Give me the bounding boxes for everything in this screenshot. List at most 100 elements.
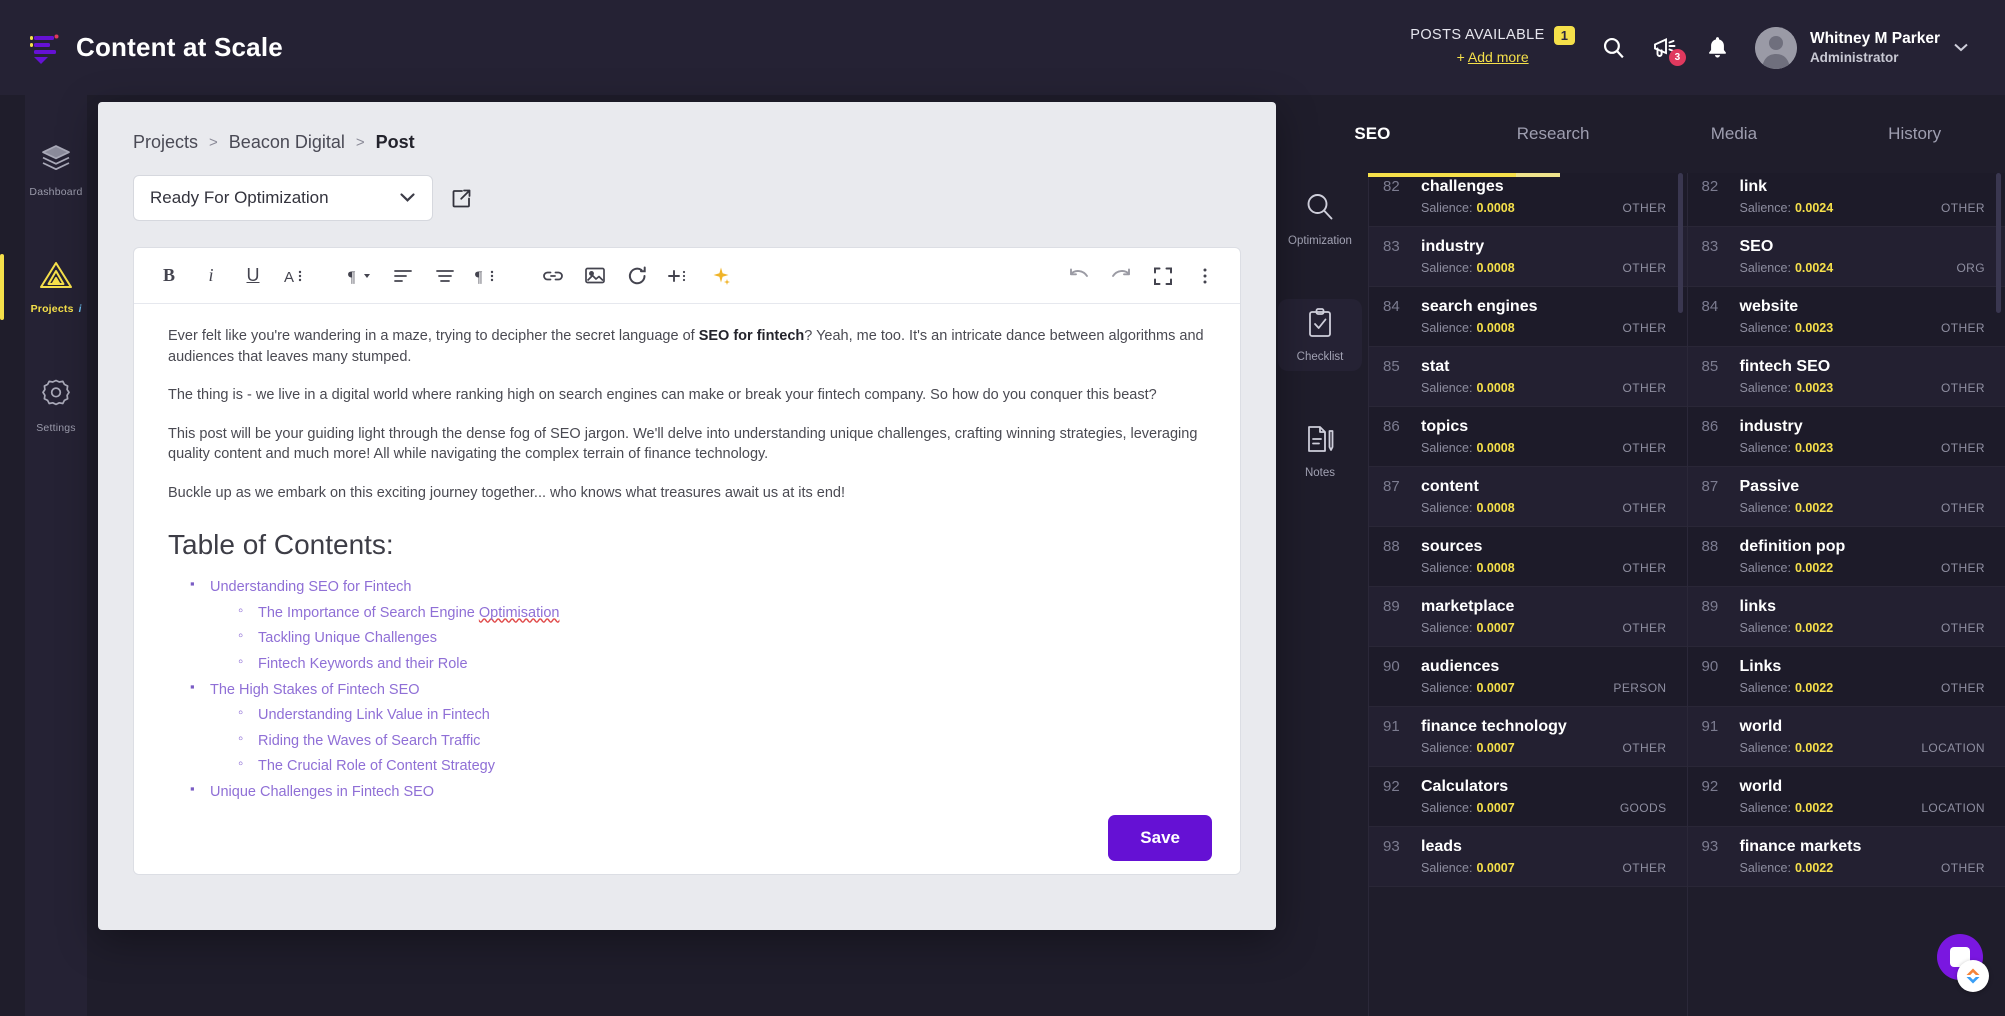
font-size-button[interactable]: A <box>274 255 316 297</box>
bold-button[interactable]: B <box>148 255 190 297</box>
toc-subitem[interactable]: The Crucial Role of Content Strategy <box>234 756 1206 777</box>
toc-subitem[interactable]: Fintech Keywords and their Role <box>234 654 1206 675</box>
salience-label: Salience: <box>1740 801 1791 815</box>
keyword-row[interactable]: 89linksSalience:0.0022OTHER <box>1688 587 2005 647</box>
keyword-row[interactable]: 85fintech SEOSalience:0.0023OTHER <box>1688 347 2005 407</box>
tab-media[interactable]: Media <box>1644 95 1825 173</box>
scrollbar-left[interactable] <box>1678 173 1683 313</box>
toc-link[interactable]: Understanding SEO for Fintech <box>210 579 412 595</box>
save-button[interactable]: Save <box>1108 815 1212 861</box>
keyword-row[interactable]: 88definition popSalience:0.0022OTHER <box>1688 527 2005 587</box>
toc-subitem[interactable]: Riding the Waves of Search Traffic <box>234 731 1206 752</box>
keyword-row[interactable]: 92worldSalience:0.0022LOCATION <box>1688 767 2005 827</box>
keyword-row[interactable]: 91worldSalience:0.0022LOCATION <box>1688 707 2005 767</box>
info-icon[interactable]: i <box>79 304 82 315</box>
editor-paragraph: Buckle up as we embark on this exciting … <box>168 483 1206 504</box>
keyword-row[interactable]: 84websiteSalience:0.0023OTHER <box>1688 287 2005 347</box>
keyword-column-right[interactable]: Salience: 0.0024 OTHER 82linkSalience:0.002… <box>1687 173 2005 1016</box>
editor-paragraph: Ever felt like you're wandering in a maz… <box>168 326 1206 367</box>
toc-sublink[interactable]: Tackling Unique Challenges <box>258 630 437 646</box>
chevron-down-icon[interactable] <box>1953 39 1969 56</box>
keyword-row[interactable]: 89marketplaceSalience:0.0007OTHER <box>1369 587 1687 647</box>
keyword-row[interactable]: 93leadsSalience:0.0007OTHER <box>1369 827 1687 887</box>
keyword-row[interactable]: 90LinksSalience:0.0022OTHER <box>1688 647 2005 707</box>
toc-item[interactable]: The High Stakes of Fintech SEO Understand… <box>186 680 1206 777</box>
italic-button[interactable]: i <box>190 255 232 297</box>
toc-sublink[interactable]: The Crucial Role of Content Strategy <box>258 758 495 774</box>
add-more-link[interactable]: + Add more <box>1457 48 1529 67</box>
toc-link[interactable]: The High Stakes of Fintech SEO <box>210 682 420 698</box>
keyword-row[interactable]: 82challengesSalience:0.0008OTHER <box>1369 173 1687 227</box>
entity-type: OTHER <box>1941 381 1985 395</box>
toc-link[interactable]: Unique Challenges in Fintech SEO <box>210 784 434 800</box>
keyword-row[interactable]: 92CalculatorsSalience:0.0007GOODS <box>1369 767 1687 827</box>
user-menu[interactable]: Whitney M Parker Administrator <box>1755 27 1969 69</box>
toc-subitem[interactable]: The Importance of Search Engine Optimisa… <box>234 603 1206 624</box>
keyword-index: 93 <box>1702 838 1728 855</box>
insert-image-button[interactable] <box>574 255 616 297</box>
intercom-icon[interactable] <box>1957 960 1989 992</box>
misspelled-word[interactable]: Optimisation <box>479 605 560 621</box>
ai-sparkle-button[interactable] <box>700 255 742 297</box>
editor-document[interactable]: Ever felt like you're wandering in a maz… <box>134 304 1240 875</box>
keyword-row[interactable]: 85statSalience:0.0008OTHER <box>1369 347 1687 407</box>
tool-optimization[interactable]: Optimization <box>1278 183 1362 255</box>
open-external-icon[interactable] <box>451 188 472 209</box>
keyword-row[interactable]: 82linkSalience:0.0024OTHER <box>1688 173 2005 227</box>
salience-label: Salience: <box>1740 261 1791 275</box>
keyword-row[interactable]: 83SEOSalience:0.0024ORG <box>1688 227 2005 287</box>
keyword-row[interactable]: 86topicsSalience:0.0008OTHER <box>1369 407 1687 467</box>
keyword-row[interactable]: 84search enginesSalience:0.0008OTHER <box>1369 287 1687 347</box>
keyword-row[interactable]: 87PassiveSalience:0.0022OTHER <box>1688 467 2005 527</box>
tab-seo[interactable]: SEO <box>1282 95 1463 173</box>
search-icon[interactable] <box>1601 35 1626 60</box>
toc-subitem[interactable]: Understanding Link Value in Fintech <box>234 705 1206 726</box>
entity-type: OTHER <box>1623 741 1667 755</box>
insert-link-button[interactable] <box>532 255 574 297</box>
toc-item[interactable]: Understanding SEO for Fintech The Importa… <box>186 577 1206 674</box>
keyword-row[interactable]: 93finance marketsSalience:0.0022OTHER <box>1688 827 2005 887</box>
regenerate-button[interactable] <box>616 255 658 297</box>
redo-button[interactable] <box>1100 255 1142 297</box>
toc-sublink[interactable]: Fintech Keywords and their Role <box>258 656 468 672</box>
tool-notes[interactable]: Notes <box>1278 415 1362 487</box>
align-center-button[interactable] <box>424 255 466 297</box>
keyword-row[interactable]: 88sourcesSalience:0.0008OTHER <box>1369 527 1687 587</box>
breadcrumb-beacon-digital[interactable]: Beacon Digital <box>229 132 345 153</box>
sidebar-item-label: Dashboard <box>29 186 82 198</box>
align-left-button[interactable] <box>382 255 424 297</box>
keyword-list-right: Salience: 0.0024 OTHER 82linkSalience:0.002… <box>1688 173 2005 887</box>
fullscreen-button[interactable] <box>1142 255 1184 297</box>
sidebar-item-settings[interactable]: Settings <box>25 369 87 442</box>
tab-history[interactable]: History <box>1824 95 2005 173</box>
brand[interactable]: Content at Scale <box>0 31 283 65</box>
keyword-index: 90 <box>1383 658 1409 675</box>
megaphone-icon[interactable]: 3 <box>1652 35 1680 61</box>
tool-checklist[interactable]: Checklist <box>1278 299 1362 371</box>
more-options-button[interactable] <box>1184 255 1226 297</box>
toc-subitem[interactable]: Tackling Unique Challenges <box>234 628 1206 649</box>
status-select[interactable]: Ready For Optimization <box>133 175 433 221</box>
keyword-row[interactable]: 83industrySalience:0.0008OTHER <box>1369 227 1687 287</box>
paragraph-style-button[interactable]: ¶ <box>340 255 382 297</box>
scrollbar-right[interactable] <box>1996 173 2001 313</box>
toc-sublink[interactable]: Understanding Link Value in Fintech <box>258 707 490 723</box>
toc-sublink[interactable]: Riding the Waves of Search Traffic <box>258 733 480 749</box>
keyword-row[interactable]: 91finance technologySalience:0.0007OTHER <box>1369 707 1687 767</box>
insert-more-button[interactable] <box>658 255 700 297</box>
bell-icon[interactable] <box>1706 35 1729 60</box>
keyword-row[interactable]: 90audiencesSalience:0.0007PERSON <box>1369 647 1687 707</box>
keyword-row[interactable]: 87contentSalience:0.0008OTHER <box>1369 467 1687 527</box>
sidebar-item-projects[interactable]: Projects i <box>25 252 87 323</box>
salience-value: 0.0024 <box>1795 201 1833 215</box>
undo-button[interactable] <box>1058 255 1100 297</box>
paragraph-options-button[interactable]: ¶ <box>466 255 508 297</box>
keyword-column-left[interactable]: Salience:0.0008OTHER82challengesSalience… <box>1368 173 1687 1016</box>
underline-button[interactable]: U <box>232 255 274 297</box>
keyword-row[interactable]: 86industrySalience:0.0023OTHER <box>1688 407 2005 467</box>
tab-research[interactable]: Research <box>1463 95 1644 173</box>
breadcrumb-projects[interactable]: Projects <box>133 132 198 153</box>
sidebar-item-label: Settings <box>36 422 76 434</box>
toc-sublink[interactable]: The Importance of Search Engine Optimisa… <box>258 605 559 621</box>
sidebar-item-dashboard[interactable]: Dashboard <box>25 135 87 206</box>
